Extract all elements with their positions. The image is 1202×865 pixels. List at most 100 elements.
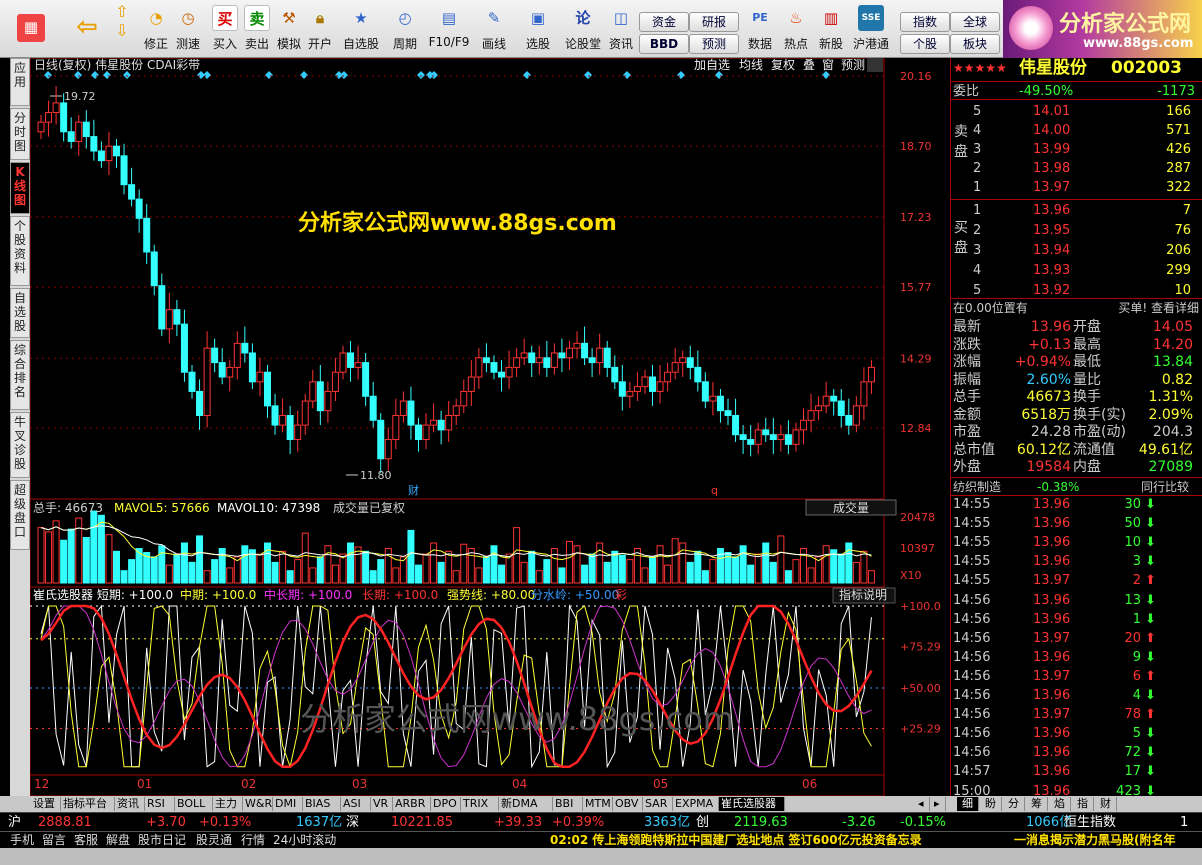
candle-40[interactable] — [339, 352, 347, 373]
finance-marker[interactable]: 财 — [408, 483, 419, 497]
candle-94[interactable] — [747, 439, 755, 445]
indicator-tab-14[interactable]: 新DMA — [499, 797, 553, 811]
candle-9[interactable] — [105, 145, 113, 162]
global-button[interactable]: 全球 — [950, 12, 1000, 32]
candle-65[interactable] — [528, 352, 536, 364]
candle-95[interactable] — [754, 429, 762, 445]
candle-50[interactable] — [414, 424, 422, 441]
indicator-tab-20[interactable]: 崔氏选股器 — [719, 797, 785, 811]
candle-66[interactable] — [535, 357, 543, 364]
indicator-tab-12[interactable]: DPO — [431, 797, 461, 811]
right-tab-1[interactable]: 盼 — [980, 797, 1002, 811]
up-down-buttons[interactable]: ⇧ ⇩ — [110, 2, 134, 56]
candle-107[interactable] — [845, 414, 853, 426]
candle-10[interactable] — [112, 145, 120, 157]
candle-59[interactable] — [482, 357, 490, 364]
candle-11[interactable] — [120, 155, 128, 186]
candle-48[interactable] — [399, 400, 407, 416]
candle-8[interactable] — [97, 150, 105, 162]
side-tab-1[interactable]: 分时图 — [10, 108, 30, 160]
candle-93[interactable] — [739, 434, 747, 441]
buy-button[interactable]: 买买入 — [209, 2, 241, 56]
hk-connect-button[interactable]: SSE 沪港通 — [850, 2, 892, 56]
ask-row-0[interactable]: 5 14.01 166 — [951, 102, 1202, 121]
ask-row-1[interactable]: 4 14.00 571 — [951, 121, 1202, 140]
tab-scroll-right-icon[interactable]: ▸ — [932, 797, 946, 811]
candle-35[interactable] — [301, 400, 309, 426]
bid-row-2[interactable]: 3 13.94 206 — [951, 241, 1202, 260]
candle-83[interactable] — [664, 371, 672, 383]
candle-16[interactable] — [158, 285, 166, 330]
candle-30[interactable] — [263, 371, 271, 407]
indicator-tab-9[interactable]: ASI — [341, 797, 371, 811]
chart-expand-icon[interactable] — [867, 58, 883, 72]
candle-88[interactable] — [701, 381, 709, 402]
indicator-tab-1[interactable]: 指标平台 — [61, 797, 115, 811]
hk-label[interactable]: 恒生指数 — [1064, 813, 1116, 832]
candle-69[interactable] — [558, 352, 566, 359]
right-tab-5[interactable]: 指 — [1072, 797, 1094, 811]
candle-4[interactable] — [67, 131, 75, 142]
candle-55[interactable] — [452, 405, 460, 416]
status-item-5[interactable]: 股灵通 — [196, 832, 232, 849]
candle-90[interactable] — [716, 395, 724, 412]
candle-15[interactable] — [150, 251, 158, 287]
right-tab-3[interactable]: 筹 — [1026, 797, 1048, 811]
new-stock-button[interactable]: ▥ 新股 — [815, 2, 847, 56]
candle-52[interactable] — [430, 419, 438, 426]
candle-53[interactable] — [437, 419, 445, 431]
indicator-tab-15[interactable]: BBI — [553, 797, 583, 811]
candle-89[interactable] — [709, 395, 717, 402]
bid-row-3[interactable]: 4 13.93 299 — [951, 261, 1202, 280]
candle-98[interactable] — [777, 434, 785, 441]
candle-19[interactable] — [180, 323, 188, 373]
indicator-tab-7[interactable]: DMI — [273, 797, 303, 811]
status-item-3[interactable]: 解盘 — [106, 832, 130, 849]
candle-39[interactable] — [331, 371, 339, 392]
chart-tab-4[interactable]: 窗 — [822, 58, 834, 72]
status-item-0[interactable]: 手机 — [10, 832, 34, 849]
fix-button[interactable]: ◔ 修正 — [140, 2, 172, 56]
candle-109[interactable] — [860, 381, 868, 407]
candle-26[interactable] — [233, 342, 241, 368]
candle-37[interactable] — [316, 381, 324, 412]
candle-43[interactable] — [362, 362, 370, 397]
candle-105[interactable] — [830, 395, 838, 402]
candle-12[interactable] — [128, 184, 136, 200]
candle-76[interactable] — [611, 366, 619, 383]
candle-82[interactable] — [656, 381, 664, 392]
candle-86[interactable] — [686, 357, 694, 368]
candle-101[interactable] — [800, 419, 808, 431]
candle-17[interactable] — [165, 309, 173, 330]
candle-75[interactable] — [603, 347, 611, 368]
candle-38[interactable] — [324, 390, 332, 412]
forecast-button[interactable]: 预测 — [689, 34, 739, 54]
ask-row-4[interactable]: 1 13.97 322 — [951, 178, 1202, 197]
right-tab-2[interactable]: 分 — [1003, 797, 1025, 811]
speed-test-button[interactable]: ◷ 测速 — [172, 2, 204, 56]
indicator-tab-4[interactable]: BOLL — [175, 797, 213, 811]
candle-78[interactable] — [626, 390, 634, 397]
right-tab-0[interactable]: 细 — [957, 797, 979, 811]
candle-80[interactable] — [641, 376, 649, 388]
candle-1[interactable] — [45, 112, 53, 123]
candle-45[interactable] — [377, 419, 385, 460]
candle-13[interactable] — [135, 198, 143, 219]
sz-value[interactable]: 10221.85 — [391, 813, 453, 832]
side-tab-6[interactable]: 牛叉诊股 — [10, 412, 30, 478]
news-ticker[interactable]: 02:02 传上海领跑特斯拉中国建厂选址地点 签订600亿元投资备忘录 — [550, 832, 922, 849]
candle-25[interactable] — [226, 366, 234, 378]
candle-106[interactable] — [837, 400, 845, 416]
indicator-tab-0[interactable]: 设置 — [31, 797, 61, 811]
indicator-tab-6[interactable]: W&R — [243, 797, 273, 811]
candle-20[interactable] — [188, 371, 196, 392]
indicator-tab-10[interactable]: VR — [371, 797, 393, 811]
indicator-tab-13[interactable]: TRIX — [461, 797, 499, 811]
indicator-tab-19[interactable]: EXPMA — [673, 797, 719, 811]
candle-68[interactable] — [550, 352, 558, 368]
candle-87[interactable] — [694, 366, 702, 383]
kline-chart-area[interactable]: 20.16 18.70 17.23 15.77 14.29 12.84 20478 10397… — [30, 58, 950, 796]
candle-85[interactable] — [679, 357, 687, 364]
candle-64[interactable] — [520, 352, 528, 359]
right-tab-6[interactable]: 财 — [1095, 797, 1117, 811]
